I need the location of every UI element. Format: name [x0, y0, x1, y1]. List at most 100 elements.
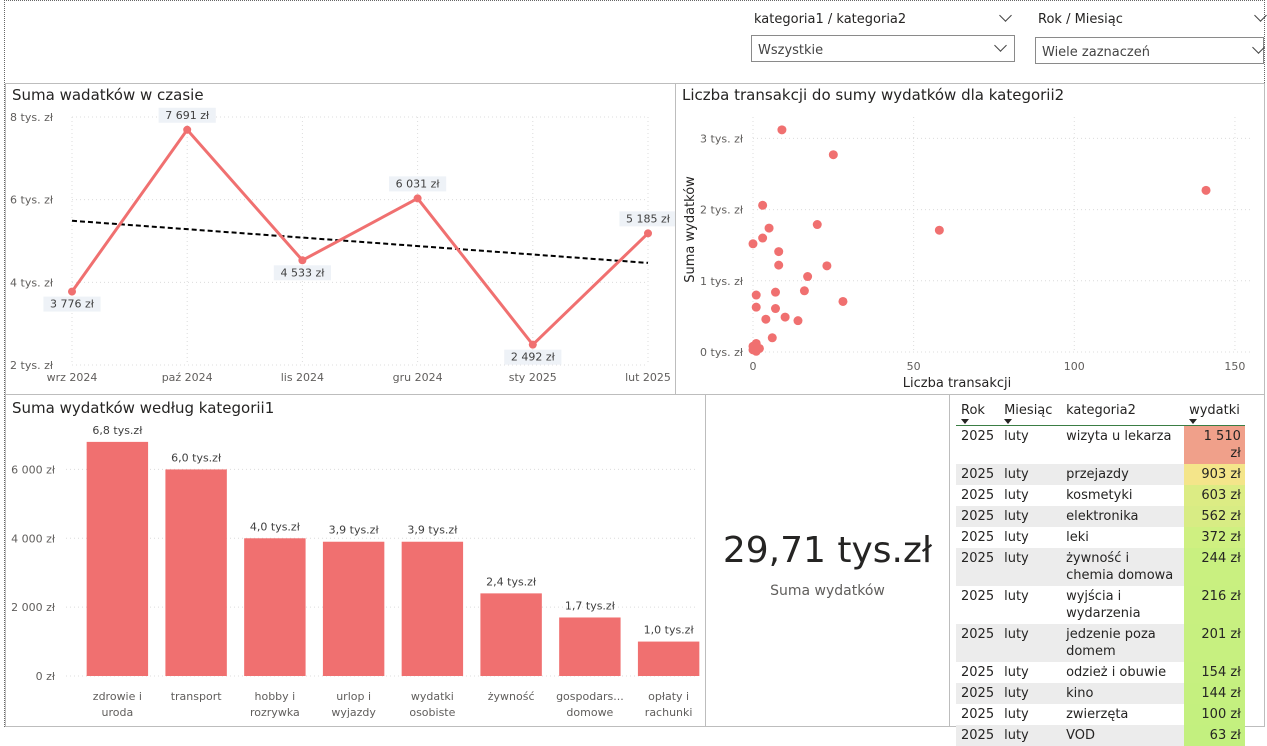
sort-arrow-icon[interactable] — [961, 419, 969, 424]
cell-wydatki: 244 zł — [1184, 548, 1245, 586]
scatter-chart-panel[interactable]: Liczba transakcji do sumy wydatków dla k… — [675, 83, 1265, 395]
cell-wydatki: 603 zł — [1184, 485, 1245, 506]
matrix-header-row: Rok Miesiąc kategoria2 wydatki — [956, 403, 1245, 426]
column-header-miesiac[interactable]: Miesiąc — [999, 403, 1062, 426]
line-chart-panel[interactable]: Suma wadatków w czasie 2 tys. zł 4 tys. z… — [5, 83, 676, 395]
cell-rok: 2025 — [956, 506, 1000, 527]
bar — [165, 469, 227, 676]
x-tick-label: rozrywka — [250, 706, 300, 719]
cell-rok: 2025 — [961, 707, 995, 722]
table-row[interactable]: 2025 luty elektronika 562 zł — [956, 506, 1245, 527]
slicer-date-label: Rok / Miesiąc — [1038, 12, 1123, 27]
matrix-panel[interactable]: Rok Miesiąc kategoria2 wydatki 2025 luty w… — [949, 394, 1265, 746]
cell-rok: 2025 — [956, 683, 1000, 704]
data-point — [528, 340, 537, 349]
scatter-point — [751, 290, 761, 300]
bar — [480, 593, 542, 676]
cell-kategoria2: leki — [1066, 530, 1089, 545]
cell-kategoria2: żywność i chemia domowa — [1061, 548, 1185, 586]
slicer-category-dropdown[interactable]: Wszystkie — [751, 35, 1015, 62]
column-header-kategoria2[interactable]: kategoria2 — [1061, 403, 1185, 426]
table-row[interactable]: 2025 luty kino 144 zł — [956, 683, 1245, 704]
scatter-point — [822, 261, 832, 271]
cell-miesiac: luty — [999, 683, 1062, 704]
scatter-point — [761, 314, 771, 324]
x-tick-label: sty 2025 — [509, 371, 557, 384]
bar-chart-panel[interactable]: Suma wydatków według kategorii1 0 zł 2 00… — [5, 394, 706, 727]
cell-wydatki: 372 zł — [1184, 527, 1245, 548]
data-label: 6,8 tys.zł — [92, 424, 143, 437]
bar — [401, 541, 464, 676]
scatter-point — [828, 150, 838, 160]
scatter-point — [777, 125, 787, 135]
cell-kategoria2: wyjścia i wydarzenia — [1066, 589, 1141, 621]
x-tick-label: rachunki — [645, 706, 693, 719]
sort-arrow-icon[interactable] — [1004, 419, 1013, 424]
cell-wydatki: 100 zł — [1184, 704, 1245, 725]
cell-miesiac: luty — [1004, 665, 1029, 680]
scatter-chart: 0 tys. zł 1 tys. zł 2 tys. zł 3 tys. zł 0 50 1… — [683, 117, 1251, 391]
cell-wydatki: 1 510 zł — [1184, 425, 1245, 464]
table-row[interactable]: 2025 luty odzież i obuwie 154 zł — [956, 662, 1245, 683]
x-tick-label: wrz 2024 — [47, 371, 98, 384]
scatter-point — [748, 239, 758, 249]
table-row[interactable]: 2025 luty kosmetyki 603 zł — [956, 485, 1245, 506]
cell-miesiac: luty — [999, 725, 1062, 746]
scatter-point — [770, 287, 780, 297]
cell-kategoria2: wizyta u lekarza — [1066, 429, 1172, 444]
y-tick-label: 6 tys. zł — [10, 194, 54, 207]
cell-miesiac: luty — [1004, 488, 1029, 503]
scatter-point — [758, 200, 768, 210]
data-label: 4 533 zł — [280, 266, 325, 279]
scatter-point — [803, 272, 813, 282]
y-tick-label: 0 zł — [36, 670, 56, 683]
table-row[interactable]: 2025 luty przejazdy 903 zł — [956, 464, 1245, 485]
scatter-point — [780, 312, 790, 322]
cell-kategoria2: VOD — [1061, 725, 1185, 746]
y-tick-label: 0 tys. zł — [700, 346, 744, 359]
cell-rok: 2025 — [961, 429, 995, 444]
x-tick-label: 100 — [1064, 360, 1085, 373]
bar — [559, 617, 621, 676]
cell-miesiac: luty — [999, 464, 1062, 485]
column-header-wydatki[interactable]: wydatki — [1184, 403, 1245, 426]
cell-miesiac: luty — [1004, 707, 1029, 722]
scatter-point — [838, 296, 848, 306]
bar — [322, 541, 385, 676]
cell-rok: 2025 — [956, 624, 1000, 662]
table-row[interactable]: 2025 luty jedzenie poza domem 201 zł — [956, 624, 1245, 662]
column-header-rok[interactable]: Rok — [956, 403, 1000, 426]
y-tick-label: 3 tys. zł — [700, 132, 744, 145]
y-tick-label: 6 000 zł — [11, 463, 56, 476]
data-label: 3,9 tys.zł — [329, 524, 380, 537]
table-row[interactable]: 2025 luty VOD 63 zł — [956, 725, 1245, 746]
cell-miesiac: luty — [1004, 530, 1029, 545]
cell-kategoria2: kino — [1061, 683, 1185, 704]
kpi-card[interactable]: 29,71 tys.zł Suma wydatków — [705, 394, 950, 727]
cell-wydatki: 562 zł — [1184, 506, 1245, 527]
data-label: 3,9 tys.zł — [407, 524, 458, 537]
x-tick-label: osobiste — [409, 706, 455, 719]
table-row[interactable]: 2025 luty wyjścia i wydarzenia 216 zł — [956, 586, 1245, 624]
bar — [244, 538, 306, 676]
scatter-point — [751, 302, 761, 312]
x-tick-label: 0 — [750, 360, 757, 373]
trend-line — [71, 219, 649, 264]
table-row[interactable]: 2025 luty zwierzęta 100 zł — [956, 704, 1245, 725]
slicer-date-dropdown[interactable]: Wiele zaznaczeń — [1035, 37, 1265, 64]
cell-rok: 2025 — [961, 488, 995, 503]
data-point — [644, 229, 652, 238]
scatter-point — [774, 260, 784, 270]
cell-wydatki: 216 zł — [1184, 586, 1245, 624]
cell-wydatki: 63 zł — [1184, 725, 1245, 746]
table-row[interactable]: 2025 luty leki 372 zł — [956, 527, 1245, 548]
x-tick-label: transport — [171, 690, 223, 703]
x-tick-label: 150 — [1224, 360, 1245, 373]
data-point — [183, 125, 192, 134]
x-tick-label: opłaty i — [648, 690, 689, 703]
sort-arrow-icon[interactable] — [1189, 419, 1198, 424]
table-row[interactable]: 2025 luty wizyta u lekarza 1 510 zł — [956, 425, 1245, 464]
cell-miesiac: luty — [999, 624, 1062, 662]
cell-kategoria2: zwierzęta — [1066, 707, 1129, 722]
table-row[interactable]: 2025 luty żywność i chemia domowa 244 zł — [956, 548, 1245, 586]
